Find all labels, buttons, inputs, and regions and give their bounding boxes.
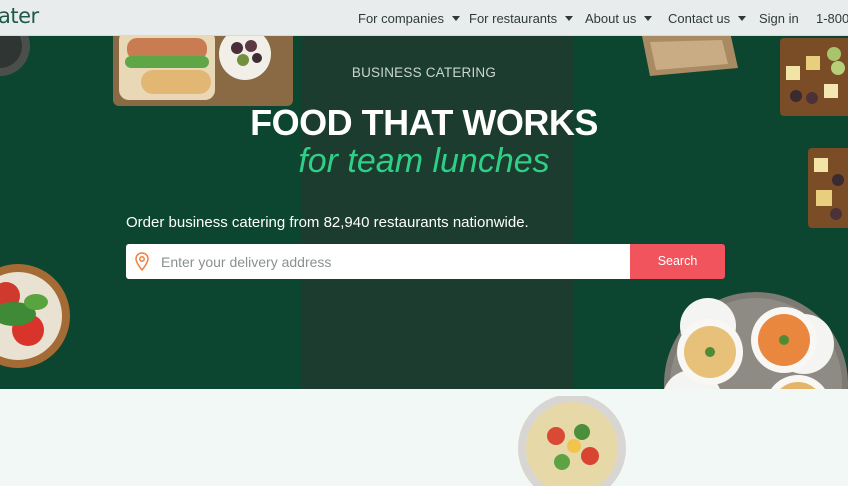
nav-label: About us bbox=[585, 10, 637, 26]
location-pin-icon bbox=[135, 252, 149, 271]
top-nav: ater For companies For restaurants About… bbox=[0, 0, 848, 36]
address-search-box bbox=[126, 244, 630, 279]
hero-section: BUSINESS CATERING FOOD THAT WORKS for te… bbox=[0, 36, 848, 389]
nav-label: For restaurants bbox=[469, 10, 558, 26]
delivery-address-input[interactable] bbox=[161, 244, 621, 279]
nav-label: For companies bbox=[358, 10, 444, 26]
nav-for-companies[interactable]: For companies bbox=[358, 0, 460, 36]
search-button[interactable]: Search bbox=[630, 244, 725, 279]
pasta-salad-bowl-image bbox=[518, 396, 626, 486]
hero-lead-text: Order business catering from 82,940 rest… bbox=[126, 214, 529, 231]
hero-center-band bbox=[301, 36, 573, 389]
hero-eyebrow: BUSINESS CATERING bbox=[351, 65, 497, 80]
nav-about-us[interactable]: About us bbox=[585, 0, 653, 36]
nav-contact-us[interactable]: Contact us bbox=[668, 0, 747, 36]
nav-for-restaurants[interactable]: For restaurants bbox=[469, 0, 574, 36]
chevron-down-icon bbox=[565, 15, 574, 21]
salad-bowl-image bbox=[0, 264, 70, 368]
phone-link[interactable]: 1-800 bbox=[816, 0, 848, 36]
hummus-platter-image bbox=[664, 292, 848, 389]
brand-logo[interactable]: ater bbox=[0, 4, 39, 28]
sign-in-link[interactable]: Sign in bbox=[759, 0, 799, 36]
chevron-down-icon bbox=[451, 15, 460, 21]
chevron-down-icon bbox=[644, 15, 653, 21]
chevron-down-icon bbox=[738, 15, 747, 21]
nav-label: Contact us bbox=[668, 10, 731, 26]
hero-headline: FOOD THAT WORKS bbox=[250, 102, 598, 143]
hero-subheadline: for team lunches bbox=[298, 142, 550, 180]
